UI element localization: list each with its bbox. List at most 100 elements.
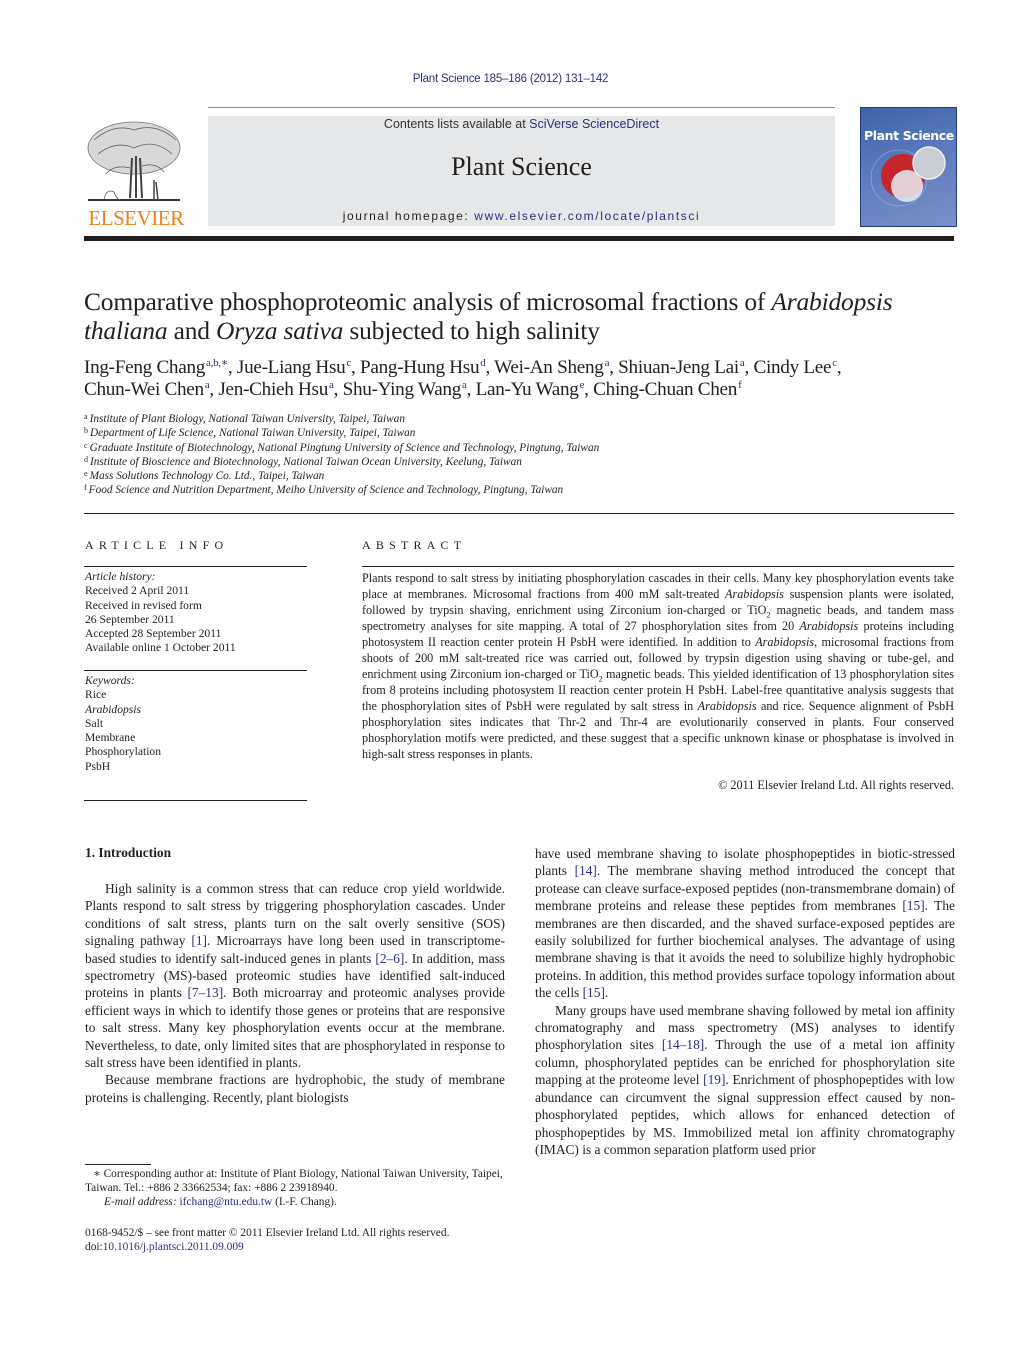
keyword: PsbH — [85, 759, 111, 773]
keyword: Membrane — [85, 731, 136, 745]
email-suffix: (I.-F. Chang). — [272, 1196, 337, 1209]
body-paragraph: Many groups have used membrane shaving f… — [535, 1002, 955, 1159]
author[interactable]: Jue-Liang Hsuc — [237, 357, 351, 378]
issn-block: 0168-9452/$ – see front matter © 2011 El… — [85, 1226, 515, 1254]
author-name: Wei-An Sheng — [494, 357, 604, 378]
author-affiliation-marker[interactable]: d — [480, 357, 486, 369]
journal-citation[interactable]: Plant Science 185–186 (2012) 131–142 — [0, 73, 1021, 85]
affiliation-key: b — [84, 426, 88, 436]
citation-link[interactable]: [15] — [583, 985, 605, 1000]
author-affiliation-marker[interactable]: a — [329, 379, 334, 391]
affiliation-item: c Graduate Institute of Biotechnology, Na… — [84, 441, 954, 455]
author-name: Jen-Chieh Hsu — [218, 379, 329, 400]
author[interactable]: Shu-Ying Wanga — [343, 379, 467, 400]
affiliation-item: f Food Science and Nutrition Department, … — [84, 483, 954, 497]
section-heading-introduction: 1. Introduction — [85, 845, 172, 860]
author-affiliation-marker[interactable]: a — [462, 379, 467, 391]
author-name: Cindy Lee — [753, 357, 832, 378]
author[interactable]: Ching-Chuan Chenf — [593, 379, 742, 400]
homepage-line: journal homepage: www.elsevier.com/locat… — [208, 209, 835, 223]
homepage-prefix: journal homepage: — [342, 209, 475, 223]
keyword: Salt — [85, 716, 104, 730]
author-affiliation-marker[interactable]: a — [740, 357, 745, 369]
citation-link[interactable]: [19] — [703, 1072, 725, 1087]
author[interactable]: Chun-Wei Chena — [84, 379, 210, 400]
doi-line: doi:10.1016/j.plantsci.2011.09.009 — [85, 1240, 515, 1254]
header-rule — [208, 107, 835, 108]
author-affiliation-marker[interactable]: a,b,∗ — [206, 357, 228, 369]
footnote-rule — [85, 1164, 151, 1165]
article-title: Comparative phosphoproteomic analysis of… — [84, 287, 954, 345]
citation-link[interactable]: [15] — [902, 898, 924, 913]
author[interactable]: Ing-Feng Changa,b,∗ — [84, 357, 228, 378]
affiliation-key: a — [84, 412, 88, 421]
author-affiliation-marker[interactable]: c — [832, 357, 837, 369]
citation-link[interactable]: [7–13] — [187, 985, 223, 1000]
article-history: Article history: Received 2 April 2011 Re… — [85, 570, 310, 656]
affiliation-item: b Department of Life Science, National Ta… — [84, 426, 954, 440]
author[interactable]: Shiuan-Jeng Laia — [618, 357, 745, 378]
doi-link[interactable]: 10.1016/j.plantsci.2011.09.009 — [103, 1241, 244, 1253]
title-species-2: Oryza sativa — [215, 316, 344, 345]
affiliation-item: a Institute of Plant Biology, National Ta… — [84, 412, 954, 426]
affiliation-item: d Institute of Bioscience and Biotechnolo… — [84, 455, 954, 469]
author-name: Pang-Hung Hsu — [360, 357, 480, 378]
author[interactable]: Wei-An Shenga — [494, 357, 609, 378]
affiliation-text: Institute of Plant Biology, National Tai… — [89, 413, 405, 425]
title-text: subjected to high salinity — [343, 316, 600, 345]
email-link[interactable]: ifchang@ntu.edu.tw — [180, 1196, 273, 1208]
body-column-left: High salinity is a common stress that ca… — [85, 880, 505, 1106]
keyword: Arabidopsis — [85, 702, 142, 716]
title-text: and — [167, 316, 216, 345]
article-info-rule — [84, 800, 307, 801]
citation-link[interactable]: [1] — [191, 933, 207, 948]
author-list: Ing-Feng Changa,b,∗, Jue-Liang Hsuc, Pan… — [84, 357, 842, 400]
sciencedirect-link[interactable]: SciVerse ScienceDirect — [529, 117, 659, 131]
author-name: Lan-Yu Wang — [475, 379, 579, 400]
author[interactable]: Lan-Yu Wange — [476, 379, 585, 400]
journal-name: Plant Science — [451, 152, 592, 181]
affiliation-text: Department of Life Science, National Tai… — [90, 427, 416, 440]
author-affiliation-marker[interactable]: c — [346, 357, 351, 369]
text-run: . The membrane shaving method introduced… — [535, 863, 955, 914]
corresponding-author-note: ∗ Corresponding author at: Institute of … — [85, 1168, 503, 1195]
footnotes: ∗ Corresponding author at: Institute of … — [85, 1167, 515, 1210]
header-thick-rule — [84, 236, 954, 241]
author-name: Shu-Ying Wang — [342, 379, 462, 400]
author[interactable]: Pang-Hung Hsud — [360, 357, 486, 378]
abstract-copyright: © 2011 Elsevier Ireland Ltd. All rights … — [718, 778, 954, 792]
homepage-link[interactable]: www.elsevier.com/locate/plantsci — [474, 209, 700, 223]
text-run: Because membrane fractions are hydrophob… — [85, 1072, 505, 1105]
author-affiliation-marker[interactable]: e — [580, 379, 585, 391]
author-name: Shiuan-Jeng Lai — [618, 357, 739, 378]
affiliation-key: f — [84, 483, 87, 493]
italic-term: Arabidopsis — [755, 635, 815, 649]
author[interactable]: Jen-Chieh Hsua — [218, 379, 333, 400]
journal-cover-thumbnail[interactable]: Plant Science — [860, 107, 957, 227]
email-line: E-mail address: ifchang@ntu.edu.tw (I.-F… — [85, 1195, 515, 1209]
citation-link[interactable]: [2–6] — [375, 951, 404, 966]
author-name: Ching-Chuan Chen — [593, 379, 738, 400]
article-info-rule — [84, 566, 307, 567]
citation-link[interactable]: [14] — [575, 863, 597, 878]
email-label: E-mail address: — [104, 1196, 180, 1209]
history-entry: Accepted 28 September 2011 — [85, 627, 222, 641]
publisher-logo-text: ELSEVIER — [88, 206, 184, 230]
history-label: Article history: — [85, 570, 156, 583]
body-column-right: have used membrane shaving to isolate ph… — [535, 845, 955, 1158]
author[interactable]: Cindy Leec — [753, 357, 837, 378]
issn-line: 0168-9452/$ – see front matter © 2011 El… — [85, 1227, 450, 1239]
affiliation-item: e Mass Solutions Technology Co. Ltd., Tai… — [84, 469, 954, 483]
citation-link[interactable]: [14–18] — [662, 1037, 704, 1052]
title-text: Comparative phosphoproteomic analysis of… — [84, 287, 772, 316]
author-affiliation-marker[interactable]: a — [205, 379, 210, 391]
history-entry: Received 2 April 2011 — [85, 584, 190, 598]
text-run: . — [604, 985, 609, 1001]
history-entry: 26 September 2011 — [85, 612, 175, 626]
history-entry: Available online 1 October 2011 — [85, 641, 236, 655]
author-affiliation-marker[interactable]: f — [738, 379, 742, 391]
author-affiliation-marker[interactable]: a — [605, 357, 610, 369]
affiliation-list: a Institute of Plant Biology, National Ta… — [84, 412, 954, 498]
affiliation-key: c — [84, 440, 88, 450]
affiliation-key: e — [84, 469, 88, 479]
